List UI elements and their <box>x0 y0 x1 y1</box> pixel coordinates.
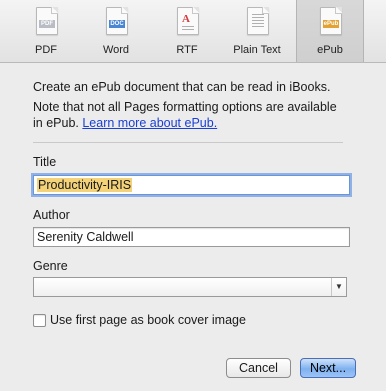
epub-document-icon: ePub <box>320 7 342 35</box>
tab-pdf-label: PDF <box>35 44 57 56</box>
next-button[interactable]: Next... <box>300 358 356 378</box>
export-dialog: PDF PDF DOC Word A RTF Plain Text ePub e… <box>0 0 386 391</box>
author-field[interactable]: Serenity Caldwell <box>33 227 350 247</box>
pdf-document-icon: PDF <box>36 7 58 35</box>
tab-pdf[interactable]: PDF PDF <box>12 0 80 62</box>
format-toolbar: PDF PDF DOC Word A RTF Plain Text ePub e… <box>0 0 386 63</box>
tab-epub-label: ePub <box>317 44 343 56</box>
tab-rtf[interactable]: A RTF <box>153 0 221 62</box>
note-text: Note that not all Pages formatting optio… <box>33 100 337 130</box>
tab-plain-text-label: Plain Text <box>233 44 281 56</box>
tab-word[interactable]: DOC Word <box>82 0 150 62</box>
tab-rtf-label: RTF <box>176 44 198 56</box>
title-field[interactable]: Productivity-IRIS <box>33 175 350 195</box>
cover-checkbox[interactable] <box>33 314 46 327</box>
rtf-document-icon: A <box>177 7 199 35</box>
description-text: Create an ePub document that can be read… <box>33 80 331 94</box>
genre-select[interactable]: ▼ <box>33 277 347 297</box>
tab-word-label: Word <box>102 44 130 56</box>
title-label: Title <box>33 155 57 169</box>
chevron-down-icon: ▼ <box>331 278 346 296</box>
learn-more-link[interactable]: Learn more about ePub. <box>82 116 217 130</box>
plain-text-document-icon <box>247 7 269 35</box>
cover-checkbox-label[interactable]: Use first page as book cover image <box>50 313 246 327</box>
divider <box>33 142 343 143</box>
word-document-icon: DOC <box>106 7 128 35</box>
title-value: Productivity-IRIS <box>37 178 133 192</box>
tab-plain-text[interactable]: Plain Text <box>223 0 291 62</box>
author-label: Author <box>33 208 70 222</box>
cancel-button[interactable]: Cancel <box>226 358 291 378</box>
tab-epub[interactable]: ePub ePub <box>296 0 364 62</box>
genre-label: Genre <box>33 259 68 273</box>
